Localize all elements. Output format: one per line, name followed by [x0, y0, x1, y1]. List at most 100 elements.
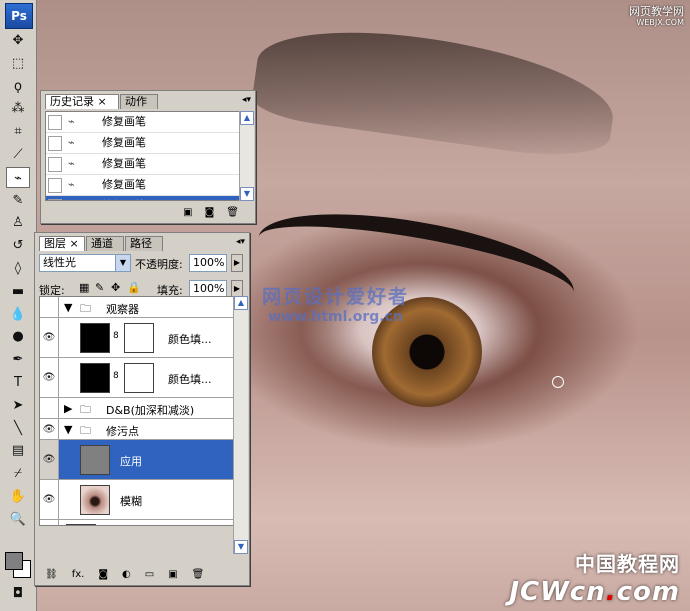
panel-menu-icon[interactable]: ◂▾	[242, 95, 251, 105]
scroll-up-icon[interactable]: ▲	[240, 111, 254, 125]
triangle-down-icon[interactable]: ▼	[64, 301, 72, 314]
zoom-tool-icon[interactable]: 🔍	[6, 509, 30, 530]
group-icon[interactable]: ▭	[145, 567, 154, 583]
tab-channels[interactable]: 通道	[86, 236, 124, 251]
lock-all-icon[interactable]: 🔒	[127, 281, 141, 294]
eye-icon[interactable]: 👁	[40, 520, 59, 525]
opacity-slider-icon[interactable]: ▶	[231, 254, 243, 272]
layers-tabbar: 图层 × 通道 路径 ◂▾	[35, 233, 249, 251]
layers-scrollbar[interactable]: ▲ ▼	[233, 296, 248, 554]
eyedropper-tool-icon[interactable]: ⌿	[6, 463, 30, 484]
quick-mask-icon[interactable]: ◘	[6, 583, 30, 604]
gradient-tool-icon[interactable]: ▬	[6, 281, 30, 302]
history-item[interactable]: ⌁ 修复画笔	[46, 175, 246, 196]
layer-group-row[interactable]: 👁 ▼ 🗀 修污点	[40, 419, 234, 440]
history-source-checkbox[interactable]	[48, 157, 62, 172]
tab-actions[interactable]: 动作	[120, 94, 158, 109]
hand-tool-icon[interactable]: ✋	[6, 486, 30, 507]
healing-brush-tool-icon[interactable]: ⌁	[6, 166, 30, 188]
healing-brush-icon: ⌁	[68, 199, 84, 200]
new-document-from-state-icon[interactable]: ▣	[183, 205, 192, 221]
triangle-down-icon[interactable]: ▼	[64, 423, 72, 436]
blend-row: 线性光 ▼ 不透明度: 100% ▶	[39, 254, 245, 274]
eye-icon[interactable]: 👁	[40, 358, 59, 397]
type-tool-icon[interactable]: T	[6, 372, 30, 393]
layer-group-row[interactable]: ▼ 🗀 观察器	[40, 297, 234, 318]
history-scrollbar[interactable]: ▲ ▼	[239, 111, 254, 201]
eye-icon[interactable]: 👁	[40, 440, 59, 479]
history-item[interactable]: ⌁ 修复画笔	[46, 112, 246, 133]
layers-footer: ⛓ fx. ◙ ◐ ▭ ▣ 🗑	[35, 567, 249, 583]
chain-link-icon[interactable]: 8	[113, 371, 119, 381]
dodge-tool-icon[interactable]: ●	[6, 326, 30, 347]
crop-tool-icon[interactable]: ⌗	[6, 121, 30, 142]
notes-tool-icon[interactable]: ▤	[6, 440, 30, 461]
adjustment-icon[interactable]: ◐	[122, 567, 131, 583]
fill-thumbnail	[80, 323, 110, 353]
layer-row[interactable]: 👁背景🔒	[40, 520, 234, 525]
eye-icon[interactable]: 👁	[40, 480, 59, 519]
blend-mode-value: 线性光	[43, 256, 76, 269]
clone-stamp-tool-icon[interactable]: ♙	[6, 212, 30, 233]
foreground-color-swatch[interactable]	[5, 552, 23, 570]
blend-mode-select[interactable]: 线性光 ▼	[39, 254, 131, 272]
pen-tool-icon[interactable]: ✒	[6, 349, 30, 370]
brush-tool-icon[interactable]: ✎	[6, 190, 30, 211]
marquee-tool-icon[interactable]: ⬚	[6, 53, 30, 74]
eye-icon[interactable]: 👁	[40, 419, 59, 439]
slice-tool-icon[interactable]: ⟋	[6, 144, 30, 165]
layer-row[interactable]: 👁 8 颜色填...	[40, 358, 234, 398]
close-icon[interactable]: ×	[70, 237, 79, 250]
layer-group-row[interactable]: ▶ 🗀 D&B(加深和减淡)	[40, 398, 234, 419]
lock-transparent-icon[interactable]: ▦	[79, 281, 89, 294]
lock-image-icon[interactable]: ✎	[95, 281, 104, 294]
close-icon[interactable]: ×	[98, 95, 107, 108]
history-item[interactable]: ⌁ 修复画笔	[46, 133, 246, 154]
move-tool-icon[interactable]: ✥	[6, 30, 30, 51]
link-icon[interactable]: ⛓	[45, 567, 58, 583]
tab-layers[interactable]: 图层 ×	[39, 236, 85, 251]
trash-icon[interactable]: 🗑	[192, 567, 205, 583]
mask-icon[interactable]: ◙	[98, 567, 108, 583]
scroll-up-icon[interactable]: ▲	[234, 296, 248, 310]
eraser-tool-icon[interactable]: ◊	[6, 258, 30, 279]
history-item[interactable]: ⌁ 修复画笔	[46, 196, 246, 200]
watermark-bottom-dot: .	[605, 577, 617, 607]
layer-row[interactable]: 👁 模糊	[40, 480, 234, 520]
history-item[interactable]: ⌁ 修复画笔	[46, 154, 246, 175]
history-source-checkbox[interactable]	[48, 199, 62, 200]
chain-link-icon[interactable]: 8	[113, 331, 119, 341]
ps-logo[interactable]: Ps	[5, 3, 33, 29]
scroll-down-icon[interactable]: ▼	[234, 540, 248, 554]
healing-brush-icon: ⌁	[68, 115, 75, 128]
snapshot-icon[interactable]: ◙	[205, 205, 215, 221]
history-source-checkbox[interactable]	[48, 178, 62, 193]
magic-wand-tool-icon[interactable]: ⁂	[6, 98, 30, 119]
blur-tool-icon[interactable]: 💧	[6, 304, 30, 325]
path-selection-tool-icon[interactable]: ➤	[6, 395, 30, 416]
tab-paths[interactable]: 路径	[125, 236, 163, 251]
mask-thumbnail	[124, 323, 154, 353]
line-tool-icon[interactable]: ╲	[6, 418, 30, 439]
tab-history[interactable]: 历史记录 ×	[45, 94, 119, 109]
watermark-bottom-en-1: JCWcn	[509, 577, 606, 607]
layer-thumbnail	[80, 445, 110, 475]
new-layer-icon[interactable]: ▣	[168, 567, 177, 583]
opacity-input[interactable]: 100%	[189, 254, 227, 272]
layer-row[interactable]: 👁 8 颜色填...	[40, 318, 234, 358]
history-brush-tool-icon[interactable]: ↺	[6, 235, 30, 256]
triangle-right-icon[interactable]: ▶	[64, 402, 72, 415]
fx-icon[interactable]: fx.	[72, 567, 85, 583]
panel-menu-icon[interactable]: ◂▾	[236, 237, 245, 247]
history-source-checkbox[interactable]	[48, 115, 62, 130]
visibility-toggle[interactable]	[40, 297, 59, 317]
lock-position-icon[interactable]: ✥	[111, 281, 120, 294]
visibility-toggle[interactable]	[40, 398, 59, 418]
history-source-checkbox[interactable]	[48, 136, 62, 151]
eye-icon[interactable]: 👁	[40, 318, 59, 357]
lasso-tool-icon[interactable]: ϙ	[6, 76, 30, 97]
watermark-top: 网页教学网 WEBJX.COM	[629, 6, 684, 28]
trash-icon[interactable]: 🗑	[226, 205, 239, 221]
layer-row[interactable]: 👁 应用	[40, 440, 234, 480]
scroll-down-icon[interactable]: ▼	[240, 187, 254, 201]
